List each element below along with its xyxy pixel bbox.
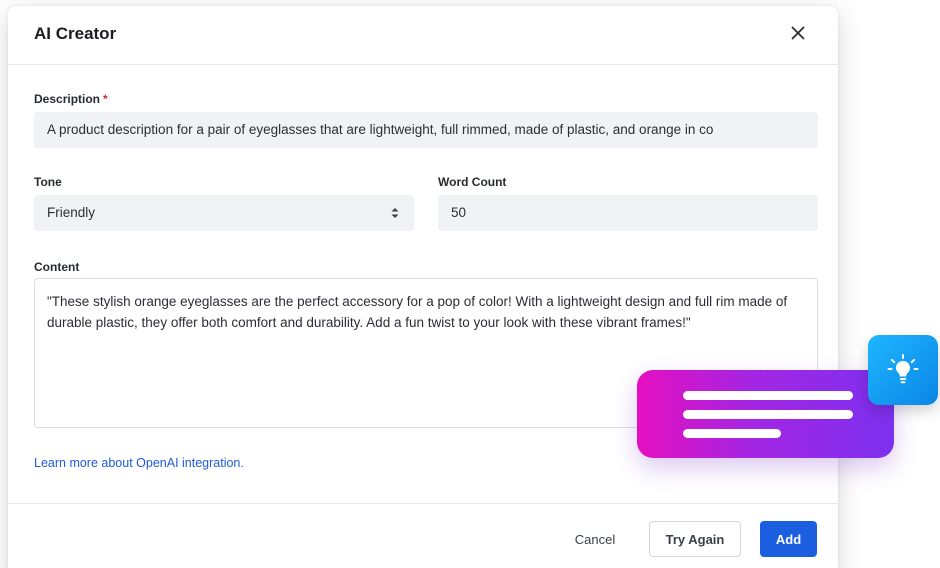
text-line: [683, 410, 853, 419]
close-button[interactable]: [786, 21, 810, 45]
tone-label: Tone: [34, 175, 62, 189]
word-count-input[interactable]: 50: [438, 195, 818, 231]
select-arrows-icon: [391, 208, 399, 218]
learn-more-link[interactable]: Learn more about OpenAI integration.: [34, 456, 244, 470]
lightbulb-icon: [887, 354, 919, 384]
text-line: [683, 391, 853, 400]
footer-divider: [8, 503, 838, 504]
dialog-title: AI Creator: [34, 24, 117, 43]
lightbulb-badge: [868, 335, 938, 405]
description-value: A product description for a pair of eyeg…: [47, 122, 714, 137]
try-again-button[interactable]: Try Again: [649, 521, 741, 557]
content-label: Content: [34, 260, 80, 274]
text-line: [683, 429, 781, 438]
description-input[interactable]: A product description for a pair of eyeg…: [34, 112, 818, 148]
required-mark: *: [103, 92, 108, 106]
description-label: Description *: [34, 92, 108, 106]
add-button[interactable]: Add: [760, 521, 817, 557]
word-count-label: Word Count: [438, 175, 507, 189]
ai-text-card: [637, 370, 894, 458]
tone-select[interactable]: Friendly: [34, 195, 414, 231]
ai-creator-dialog: AI Creator Description * A product descri…: [8, 6, 838, 568]
dialog-header: AI Creator: [8, 6, 838, 65]
description-label-text: Description: [34, 92, 101, 106]
tone-selected-value: Friendly: [47, 205, 96, 220]
close-icon: [791, 26, 805, 40]
word-count-value: 50: [451, 205, 467, 220]
content-text: "These stylish orange eyeglasses are the…: [47, 294, 788, 330]
cancel-button[interactable]: Cancel: [560, 521, 630, 557]
stage: AI Creator Description * A product descri…: [0, 0, 940, 568]
